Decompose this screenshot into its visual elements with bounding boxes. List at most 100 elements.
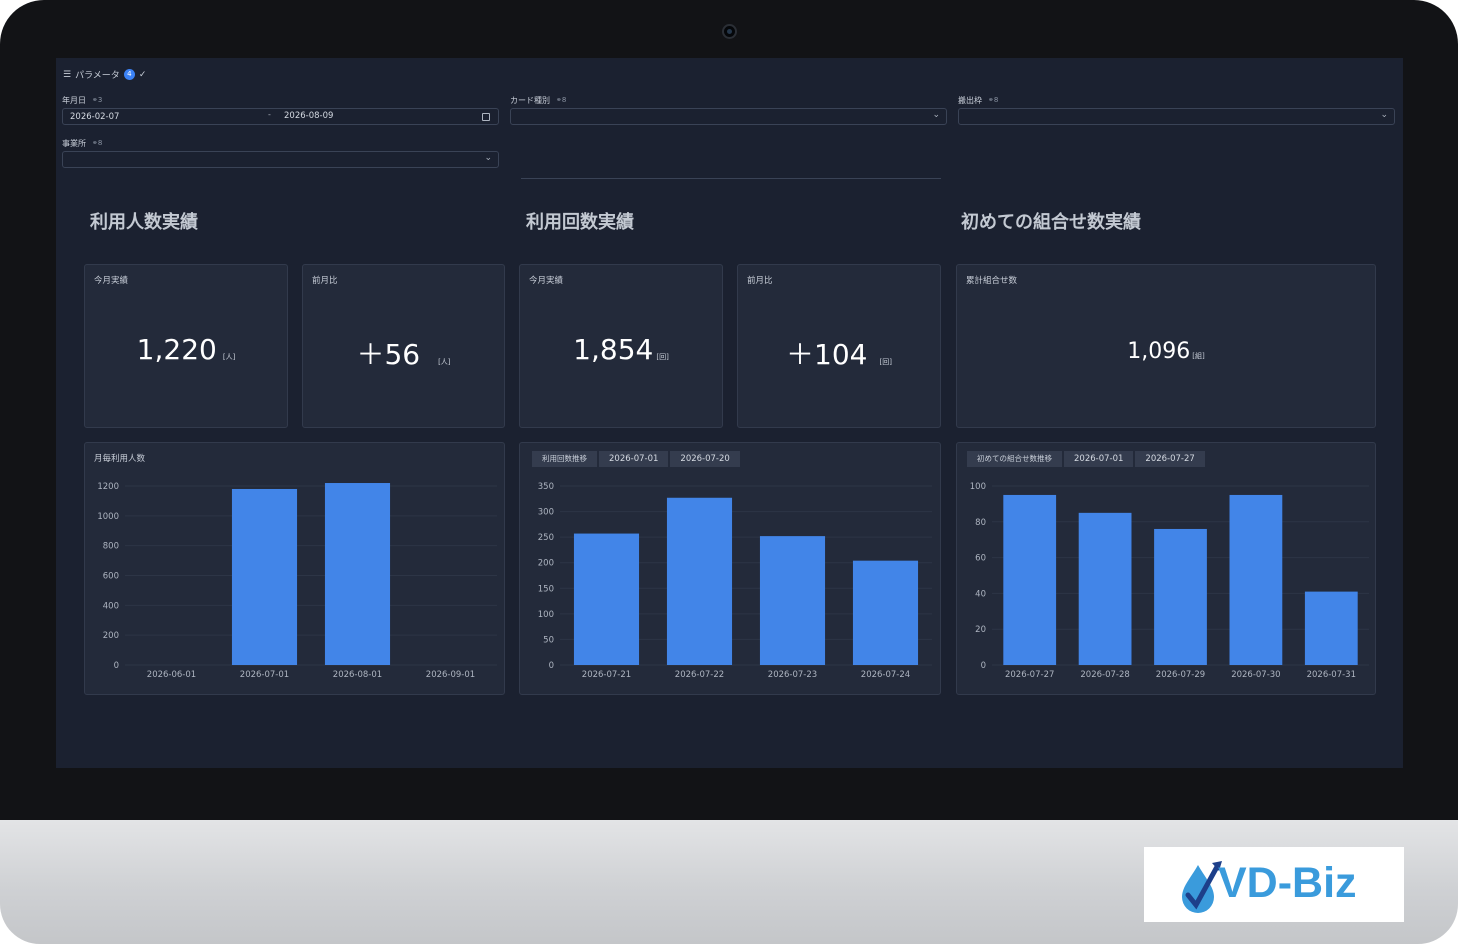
office-label: 事業所 [62, 138, 86, 148]
date-start[interactable]: 2026-02-07 [70, 112, 119, 122]
office-select[interactable]: ⌄ [62, 151, 499, 168]
parameter-label: パラメータ [75, 71, 120, 81]
camera-icon [722, 24, 737, 39]
y-tick-label: 800 [103, 542, 119, 552]
bar [852, 560, 919, 665]
y-tick-label: 0 [114, 661, 119, 671]
brand-logo-text: VD-Biz [1218, 859, 1357, 907]
calendar-icon[interactable] [482, 113, 490, 121]
bar [1154, 528, 1207, 665]
kpi-value: ＋104 [786, 338, 868, 371]
section-title-users: 利用人数実績 [90, 212, 198, 233]
y-tick-label: 200 [538, 559, 554, 569]
x-tick-label: 2026-07-29 [1156, 670, 1205, 680]
bar [1003, 494, 1057, 665]
kpi-unit: [回] [656, 353, 669, 361]
kpi-value-row: 1,854 [回] [520, 333, 722, 366]
x-tick-label: 2026-07-22 [675, 670, 724, 680]
x-tick-label: 2026-08-01 [333, 670, 382, 680]
monitor-frame: VD-Biz ☰ パラメータ 4 ✓ 年月日 ⚭3 2026-02-07 - 2… [0, 0, 1458, 944]
y-tick-label: 0 [549, 661, 554, 671]
bar [759, 536, 826, 665]
y-tick-label: 20 [975, 625, 986, 635]
dashboard-screen: ☰ パラメータ 4 ✓ 年月日 ⚭3 2026-02-07 - 2026-08-… [56, 58, 1403, 768]
kpi-card-uses-diff: 前月比 ＋104 [回] [737, 264, 941, 428]
y-tick-label: 80 [975, 518, 986, 528]
parameter-toggle[interactable]: ☰ パラメータ 4 ✓ [63, 68, 146, 81]
breadcrumb-item[interactable]: 2026-07-20 [670, 451, 740, 467]
breadcrumb-item[interactable]: 2026-07-27 [1135, 451, 1205, 467]
x-tick-label: 2026-07-21 [582, 670, 631, 680]
bar [1229, 494, 1283, 665]
kpi-unit: [回] [879, 358, 892, 366]
kpi-unit: [人] [438, 358, 451, 366]
y-tick-label: 150 [538, 584, 554, 594]
y-tick-label: 60 [975, 554, 986, 564]
y-tick-label: 250 [538, 533, 554, 543]
bar [573, 533, 640, 665]
chart-card-usage-trend: 0 50 100 150 200 250 300 350 2026-07-21 2026-07-2… [519, 442, 941, 695]
x-tick-label: 2026-06-01 [147, 670, 196, 680]
breadcrumb-item[interactable]: 利用回数推移 [532, 451, 597, 467]
kpi-value: 1,220 [136, 333, 217, 366]
section-title-uses: 利用回数実績 [526, 212, 634, 233]
breadcrumb: 初めての組合せ数推移 2026-07-01 2026-07-27 [967, 451, 1207, 467]
kpi-value: ＋56 [356, 338, 421, 371]
parameter-count-badge: 4 [123, 69, 135, 80]
bar [666, 497, 733, 665]
kpi-label: 今月実績 [529, 276, 564, 286]
x-tick-label: 2026-07-24 [861, 670, 910, 680]
breadcrumb-item[interactable]: 2026-07-01 [599, 451, 669, 467]
link-count: ⚭3 [92, 96, 103, 104]
date-range-input[interactable]: 2026-02-07 - 2026-08-09 [62, 108, 499, 125]
x-tick-label: 2026-07-23 [768, 670, 817, 680]
kpi-unit: [組] [1192, 352, 1205, 360]
kpi-value-row: ＋104 [回] [738, 333, 940, 373]
y-tick-label: 400 [103, 601, 119, 611]
bar [231, 488, 298, 665]
kpi-label: 累計組合せ数 [966, 276, 1018, 286]
brand-logo: VD-Biz [1144, 847, 1404, 922]
kpi-label: 今月実績 [94, 276, 129, 286]
breadcrumb-item[interactable]: 2026-07-01 [1064, 451, 1134, 467]
chevron-down-icon[interactable]: ⌄ [1380, 110, 1388, 120]
y-tick-label: 300 [538, 508, 554, 518]
card-type-filter: カード種別 ⚭8 ⌄ [510, 94, 947, 125]
bar [1304, 591, 1358, 665]
bar-chart-usage-trend: 0 50 100 150 200 250 300 350 2026-07-21 2026-07-2… [538, 482, 932, 680]
exit-frame-label: 搬出枠 [958, 95, 982, 105]
y-tick-label: 100 [970, 482, 986, 492]
y-tick-label: 200 [103, 631, 119, 641]
exit-frame-select[interactable]: ⌄ [958, 108, 1395, 125]
check-icon: ✓ [138, 69, 147, 80]
bar [1078, 512, 1132, 665]
kpi-unit: [人] [222, 353, 236, 361]
link-count: ⚭8 [556, 96, 567, 104]
date-filter-label: 年月日 [62, 95, 86, 105]
date-end[interactable]: 2026-08-09 [284, 111, 333, 121]
kpi-value-row: 1,096 [組] [957, 339, 1375, 364]
x-tick-label: 2026-07-27 [1005, 670, 1054, 680]
bar-chart-monthly-users: 0 200 400 600 800 1000 1200 2026-06-01 2026-07-0… [97, 482, 497, 680]
x-tick-label: 2026-07-31 [1307, 670, 1356, 680]
breadcrumb-item[interactable]: 初めての組合せ数推移 [967, 451, 1062, 467]
section-title-combos: 初めての組合せ数実績 [961, 212, 1141, 233]
kpi-value-row: 1,220 [人] [85, 333, 287, 366]
kpi-value: 1,096 [1127, 339, 1191, 364]
chevron-down-icon[interactable]: ⌄ [932, 110, 940, 120]
card-type-select[interactable]: ⌄ [510, 108, 947, 125]
chevron-down-icon[interactable]: ⌄ [484, 153, 492, 163]
date-filter: 年月日 ⚭3 2026-02-07 - 2026-08-09 [62, 94, 499, 125]
kpi-label: 前月比 [312, 276, 338, 286]
link-count: ⚭8 [988, 96, 999, 104]
y-tick-label: 0 [981, 661, 986, 671]
chart-card-combo-trend: 0 20 40 60 80 100 2026-07-27 2026-07-28 2026-07-… [956, 442, 1376, 695]
exit-frame-filter: 搬出枠 ⚭8 ⌄ [958, 94, 1395, 125]
kpi-card-users-diff: 前月比 ＋56 [人] [302, 264, 505, 428]
drop-check-icon [1182, 861, 1222, 913]
kpi-card-users-month: 今月実績 1,220 [人] [84, 264, 288, 428]
y-tick-label: 50 [543, 635, 554, 645]
kpi-card-uses-month: 今月実績 1,854 [回] [519, 264, 723, 428]
divider [521, 178, 941, 179]
card-type-label: カード種別 [510, 95, 550, 105]
